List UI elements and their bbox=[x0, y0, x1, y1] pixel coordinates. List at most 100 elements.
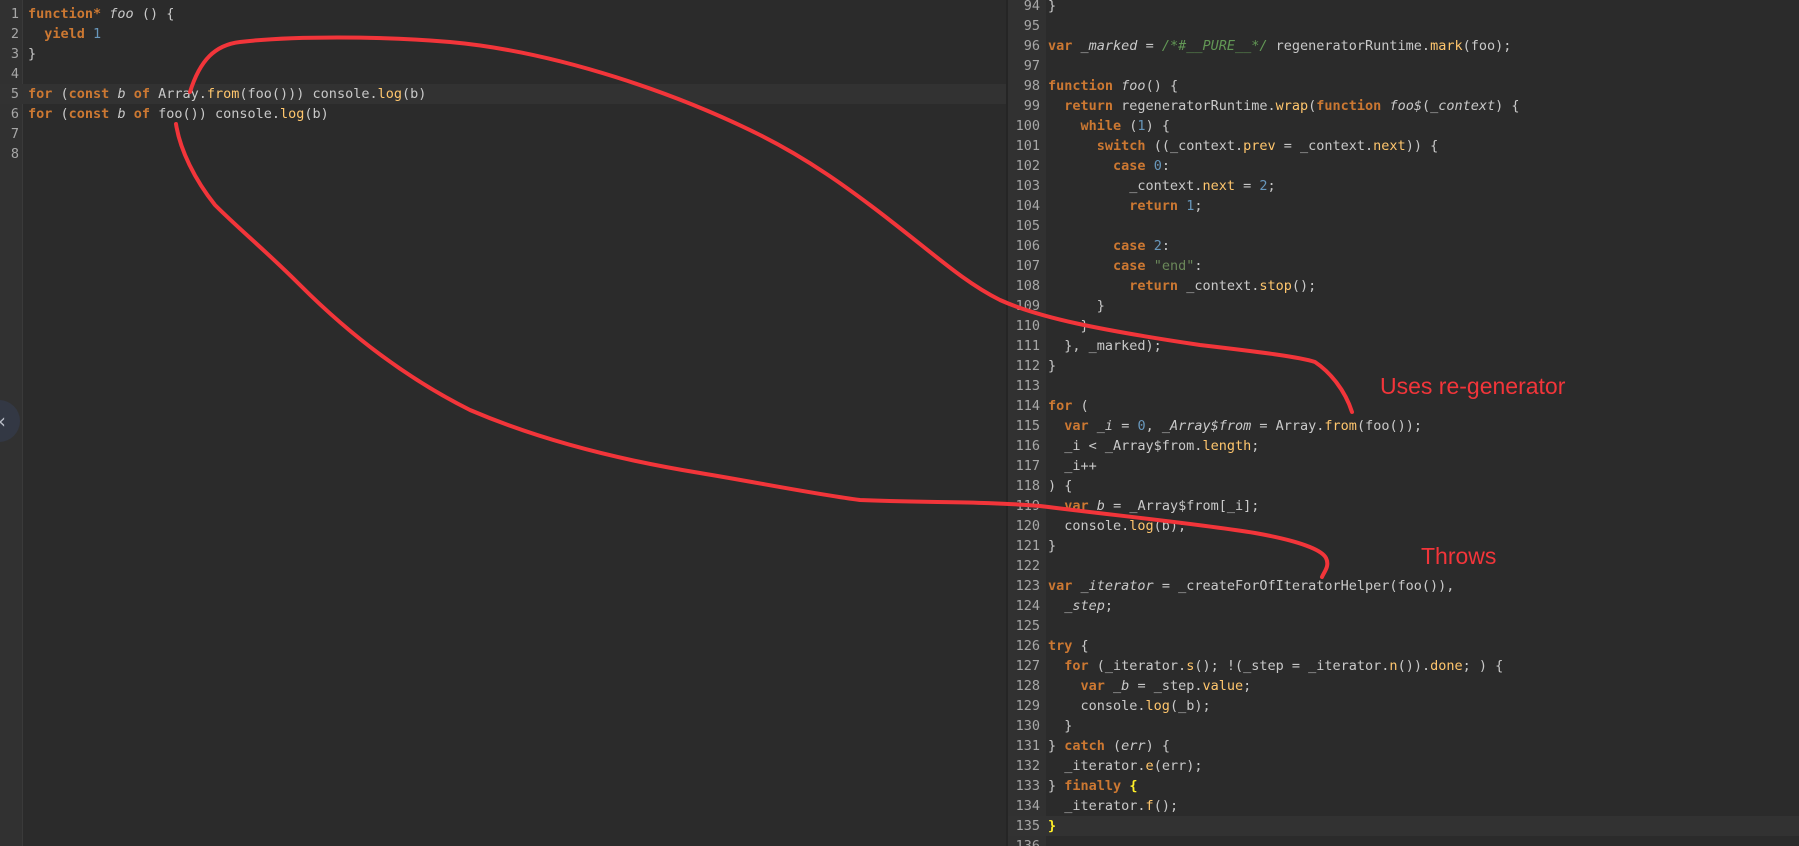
code-token: ((_context. bbox=[1145, 138, 1244, 154]
line-number: 3 bbox=[10, 46, 19, 62]
code-token: : bbox=[1161, 158, 1170, 174]
code-line[interactable]: 102 case 0: bbox=[1008, 156, 1799, 176]
code-text: }, _marked); bbox=[1048, 336, 1162, 356]
code-line[interactable]: 95 bbox=[1008, 16, 1799, 36]
code-line[interactable]: 100 while (1) { bbox=[1008, 116, 1799, 136]
code-line[interactable]: 8 bbox=[0, 144, 1006, 164]
code-line[interactable]: 3} bbox=[0, 44, 1006, 64]
code-line[interactable]: 120 console.log(b); bbox=[1008, 516, 1799, 536]
code-text: var _marked = /*#__PURE__*/ regeneratorR… bbox=[1048, 36, 1511, 56]
code-token: return bbox=[1064, 98, 1114, 114]
code-line[interactable]: 106 case 2: bbox=[1008, 236, 1799, 256]
code-text: case 0: bbox=[1048, 156, 1170, 176]
code-line[interactable]: 132 _iterator.e(err); bbox=[1008, 756, 1799, 776]
line-number: 102 bbox=[1015, 158, 1040, 174]
code-line[interactable]: 105 bbox=[1008, 216, 1799, 236]
code-line[interactable]: 103 _context.next = 2; bbox=[1008, 176, 1799, 196]
code-line[interactable]: 94} bbox=[1008, 0, 1799, 16]
code-text: switch ((_context.prev = _context.next))… bbox=[1048, 136, 1438, 156]
code-token: _i++ bbox=[1048, 458, 1097, 474]
code-token: next bbox=[1373, 138, 1406, 154]
code-token: } bbox=[1048, 298, 1105, 314]
code-token: _iterator bbox=[1080, 578, 1154, 594]
code-token: (); !(_step = _iterator. bbox=[1194, 658, 1390, 674]
code-line[interactable]: 4 bbox=[0, 64, 1006, 84]
code-line[interactable]: 6 for (const b of foo()) console.log(b) bbox=[0, 104, 1006, 124]
compiled-code-lines[interactable]: 94} 95 96 var _marked = /*#__PURE__*/ regen… bbox=[1008, 0, 1799, 846]
code-line[interactable]: 1 function* foo () { bbox=[0, 4, 1006, 24]
line-number: 121 bbox=[1015, 538, 1040, 554]
code-line[interactable]: 118) { bbox=[1008, 476, 1799, 496]
code-token: err bbox=[1121, 738, 1146, 754]
code-line[interactable]: 5 for (const b of Array.from(foo())) cons… bbox=[0, 84, 1006, 104]
code-line[interactable]: 130 } bbox=[1008, 716, 1799, 736]
code-line[interactable]: 121} bbox=[1008, 536, 1799, 556]
code-token: 0 bbox=[1137, 418, 1146, 434]
code-line[interactable]: 129 console.log(_b); bbox=[1008, 696, 1799, 716]
code-line[interactable]: 98 function foo() { bbox=[1008, 76, 1799, 96]
code-token: = bbox=[1234, 178, 1260, 194]
code-token: done bbox=[1430, 658, 1463, 674]
code-token: prev bbox=[1243, 138, 1276, 154]
code-line[interactable]: 133} finally { bbox=[1008, 776, 1799, 796]
source-code-lines[interactable]: 1 function* foo () {2 yield 1 3} 4 5 for (con… bbox=[0, 4, 1006, 164]
code-line[interactable]: 116 _i < _Array$from.length; bbox=[1008, 436, 1799, 456]
code-line[interactable]: 115 var _i = 0, _Array$from = Array.from… bbox=[1008, 416, 1799, 436]
code-line[interactable]: 110 } bbox=[1008, 316, 1799, 336]
code-line[interactable]: 111 }, _marked); bbox=[1008, 336, 1799, 356]
code-line[interactable]: 97 bbox=[1008, 56, 1799, 76]
code-line[interactable]: 127 for (_iterator.s(); !(_step = _itera… bbox=[1008, 656, 1799, 676]
line-number: 122 bbox=[1015, 558, 1040, 574]
code-line[interactable]: 107 case "end": bbox=[1008, 256, 1799, 276]
code-line[interactable]: 136 bbox=[1008, 836, 1799, 846]
code-token: of bbox=[133, 86, 150, 102]
code-line[interactable]: 108 return _context.stop(); bbox=[1008, 276, 1799, 296]
code-token: 1 bbox=[93, 26, 102, 42]
code-token: "end" bbox=[1153, 258, 1195, 274]
code-line[interactable]: 126 try { bbox=[1008, 636, 1799, 656]
code-line[interactable]: 122 bbox=[1008, 556, 1799, 576]
code-line[interactable]: 2 yield 1 bbox=[0, 24, 1006, 44]
code-line[interactable]: 109 } bbox=[1008, 296, 1799, 316]
code-token: from bbox=[1324, 418, 1357, 434]
code-line[interactable]: 128 var _b = _step.value; bbox=[1008, 676, 1799, 696]
code-token: switch bbox=[1096, 138, 1146, 154]
code-token: (); bbox=[1153, 798, 1179, 814]
code-token: log bbox=[1129, 518, 1154, 534]
line-number: 129 bbox=[1015, 698, 1040, 714]
code-line[interactable]: 117 _i++ bbox=[1008, 456, 1799, 476]
code-token: var bbox=[1048, 38, 1073, 54]
code-line[interactable]: 131} catch (err) { bbox=[1008, 736, 1799, 756]
code-token: (foo()); bbox=[1356, 418, 1422, 434]
code-line[interactable]: 135} bbox=[1008, 816, 1799, 836]
code-text: } bbox=[1048, 816, 1056, 836]
code-line[interactable]: 124 _step; bbox=[1008, 596, 1799, 616]
code-token: } bbox=[1048, 738, 1065, 754]
code-line[interactable]: 101 switch ((_context.prev = _context.ne… bbox=[1008, 136, 1799, 156]
line-number: 7 bbox=[10, 126, 19, 142]
code-line[interactable]: 99 return regeneratorRuntime.wrap (functi… bbox=[1008, 96, 1799, 116]
code-line[interactable]: 119 var b = _Array$from[_i]; bbox=[1008, 496, 1799, 516]
code-token: } bbox=[1048, 318, 1089, 334]
source-editor-pane[interactable]: 1 function* foo () {2 yield 1 3} 4 5 for (con… bbox=[0, 0, 1006, 846]
code-line[interactable]: 104 return 1; bbox=[1008, 196, 1799, 216]
line-number: 104 bbox=[1015, 198, 1040, 214]
code-line[interactable]: 134 _iterator.f(); bbox=[1008, 796, 1799, 816]
code-line[interactable]: 7 bbox=[0, 124, 1006, 144]
code-token: next bbox=[1202, 178, 1235, 194]
code-line[interactable]: 125 bbox=[1008, 616, 1799, 636]
code-text: } bbox=[1048, 0, 1056, 16]
code-text: } bbox=[1048, 356, 1056, 376]
code-token: log bbox=[1145, 698, 1170, 714]
compiled-output-pane[interactable]: 94} 95 96 var _marked = /*#__PURE__*/ regen… bbox=[1008, 0, 1799, 846]
line-number: 134 bbox=[1015, 798, 1040, 814]
code-line[interactable]: 123 var _iterator = _createForOfIteratorH… bbox=[1008, 576, 1799, 596]
code-line[interactable]: 96 var _marked = /*#__PURE__*/ regenerato… bbox=[1008, 36, 1799, 56]
line-number: 128 bbox=[1015, 678, 1040, 694]
code-token: (b) bbox=[304, 106, 329, 122]
line-number: 4 bbox=[10, 66, 19, 82]
code-token: regeneratorRuntime. bbox=[1267, 38, 1431, 54]
